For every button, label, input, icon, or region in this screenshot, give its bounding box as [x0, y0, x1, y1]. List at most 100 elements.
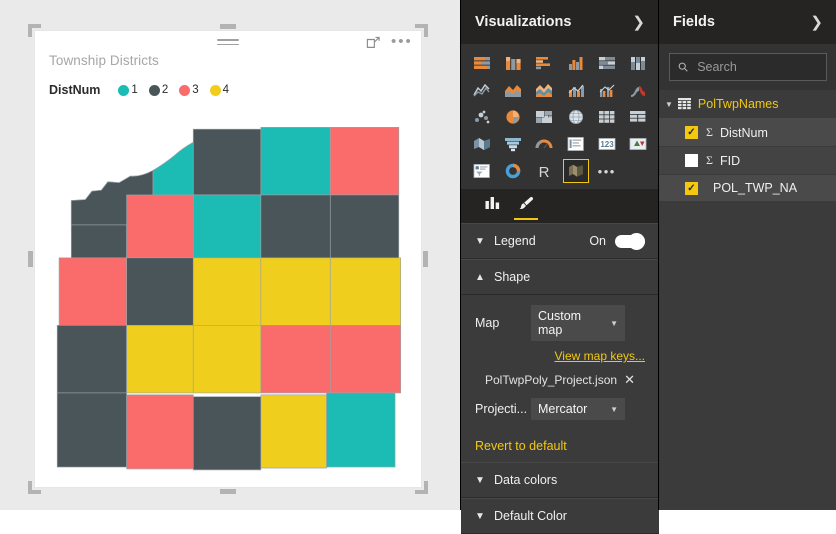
globe-map-icon[interactable] [563, 105, 589, 129]
svg-text:R: R [539, 164, 550, 179]
map-region [260, 325, 331, 394]
clustered-column-chart-icon[interactable] [563, 51, 589, 75]
resize-handle-left-center[interactable] [28, 251, 33, 267]
map-region [70, 224, 127, 259]
donut-chart-icon[interactable] [500, 159, 526, 183]
custom-map-file-name: PolTwpPoly_Project.json [485, 373, 618, 387]
percent-stacked-column-chart-icon[interactable] [625, 51, 651, 75]
legend-swatch [179, 84, 191, 96]
format-section-data-colors[interactable]: ▼ Data colors [461, 462, 659, 498]
map-region [260, 257, 331, 326]
line-chart-icon[interactable] [469, 78, 495, 102]
tab-fields[interactable] [475, 190, 509, 222]
legend-item[interactable]: 3 [179, 84, 199, 96]
shape-section-body: Map Custom map ▼ View map keys... PolTwp… [461, 295, 659, 430]
map-region [152, 141, 194, 196]
resize-handle-right-center[interactable] [423, 251, 428, 267]
multi-row-card-icon[interactable] [563, 132, 589, 156]
legend-toggle[interactable] [615, 232, 645, 250]
page-title: Township Districts [49, 53, 159, 68]
more-options-icon[interactable]: ••• [391, 34, 411, 51]
percent-stacked-bar-chart-icon[interactable] [594, 51, 620, 75]
filled-map-icon[interactable] [469, 132, 495, 156]
map-region [192, 396, 262, 471]
drag-handle-icon[interactable] [217, 39, 239, 46]
projection-dropdown[interactable]: Mercator ▼ [531, 398, 625, 420]
field-item-DistNum[interactable]: ✓ Σ DistNum [659, 119, 836, 147]
resize-handle-bottom-center[interactable] [220, 489, 236, 494]
r-script-visual-icon[interactable]: R [531, 159, 557, 183]
chevron-right-icon[interactable]: ❯ [810, 15, 823, 30]
view-map-keys-link[interactable]: View map keys... [555, 349, 645, 363]
line-stacked-column-chart-icon[interactable] [563, 78, 589, 102]
shape-map-plot[interactable] [38, 117, 418, 483]
stacked-area-chart-icon[interactable] [531, 78, 557, 102]
treemap-icon[interactable] [531, 105, 557, 129]
map-dropdown[interactable]: Custom map ▼ [531, 305, 625, 341]
stacked-bar-chart-icon[interactable] [469, 51, 495, 75]
clustered-bar-chart-icon[interactable] [531, 51, 557, 75]
more-visuals-icon[interactable]: ••• [594, 159, 620, 183]
card-icon[interactable]: 123 [594, 132, 620, 156]
format-section-legend[interactable]: ▼ Legend On [461, 223, 659, 259]
fields-pane: Fields ❯ ▼ PolTwpNames ✓ Σ DistNum Σ FID… [658, 0, 836, 510]
legend-item[interactable]: 2 [148, 84, 168, 96]
map-region [329, 257, 402, 326]
visual-type-gallery: 123 R ••• [461, 44, 659, 189]
legend-item[interactable]: 4 [209, 84, 230, 96]
area-chart-icon[interactable] [500, 78, 526, 102]
visualizations-pane-header: Visualizations ❯ [461, 0, 659, 44]
fields-pane-title: Fields [673, 14, 715, 30]
field-checkbox[interactable] [685, 154, 698, 167]
tab-format[interactable] [509, 190, 543, 222]
slicer-icon[interactable] [469, 159, 495, 183]
line-clustered-column-chart-icon[interactable] [594, 78, 620, 102]
shape-map-icon[interactable] [562, 159, 589, 183]
field-checkbox[interactable]: ✓ [685, 181, 698, 195]
aggregate-icon: Σ [706, 125, 713, 139]
field-item-POL_TWP_NA[interactable]: ✓ POL_TWP_NA [659, 175, 836, 202]
chevron-right-icon[interactable]: ❯ [632, 15, 645, 30]
township-districts-map[interactable] [38, 117, 418, 483]
report-canvas[interactable]: ••• Township Districts DistNum 1 2 3 4 [0, 0, 460, 510]
stacked-column-chart-icon[interactable] [500, 51, 526, 75]
gauge-chart-icon[interactable] [531, 132, 557, 156]
resize-handle-top-center[interactable] [220, 24, 236, 29]
chevron-down-icon: ▼ [475, 510, 485, 522]
format-section-default-color[interactable]: ▼ Default Color [461, 498, 659, 534]
chevron-down-icon[interactable]: ▼ [665, 100, 673, 109]
search-input[interactable] [695, 59, 818, 75]
map-region [192, 325, 262, 394]
chevron-up-icon: ▲ [475, 271, 485, 283]
kpi-icon[interactable] [625, 132, 651, 156]
close-icon[interactable]: ✕ [624, 372, 635, 388]
table-icon [677, 98, 691, 110]
ribbon-chart-icon[interactable] [625, 78, 651, 102]
funnel-chart-icon[interactable] [500, 132, 526, 156]
pie-chart-icon[interactable] [500, 105, 526, 129]
scatter-chart-icon[interactable] [469, 105, 495, 129]
table-icon[interactable] [625, 105, 651, 129]
shape-map-visual[interactable]: ••• Township Districts DistNum 1 2 3 4 [34, 30, 422, 488]
field-checkbox[interactable]: ✓ [685, 126, 698, 139]
legend-item[interactable]: 1 [118, 84, 138, 96]
map-region [260, 194, 331, 259]
format-section-shape[interactable]: ▲ Shape [461, 259, 659, 295]
search-box[interactable] [669, 53, 827, 81]
field-item-FID[interactable]: Σ FID [659, 147, 836, 175]
map-dropdown-value: Custom map [538, 309, 582, 337]
map-region [329, 194, 400, 259]
revert-to-default-link[interactable]: Revert to default [461, 430, 659, 462]
format-section-shape-label: Shape [494, 270, 531, 284]
visual-selection-frame[interactable]: ••• Township Districts DistNum 1 2 3 4 [28, 24, 428, 494]
fields-table-PolTwpNames[interactable]: ▼ PolTwpNames [659, 90, 836, 119]
map-setting-row: Map Custom map ▼ [475, 305, 645, 341]
matrix-icon[interactable] [594, 105, 620, 129]
visualizations-pane: Visualizations ❯ 123 R ••• ▼ Legend On ▲… [460, 0, 659, 534]
projection-setting-row: Projecti... Mercator ▼ [475, 398, 645, 420]
map-label: Map [475, 316, 500, 330]
map-region [326, 392, 396, 468]
visual-pane-tabs [461, 189, 659, 223]
focus-mode-icon[interactable] [366, 36, 381, 50]
legend-item-label: 4 [222, 84, 230, 96]
